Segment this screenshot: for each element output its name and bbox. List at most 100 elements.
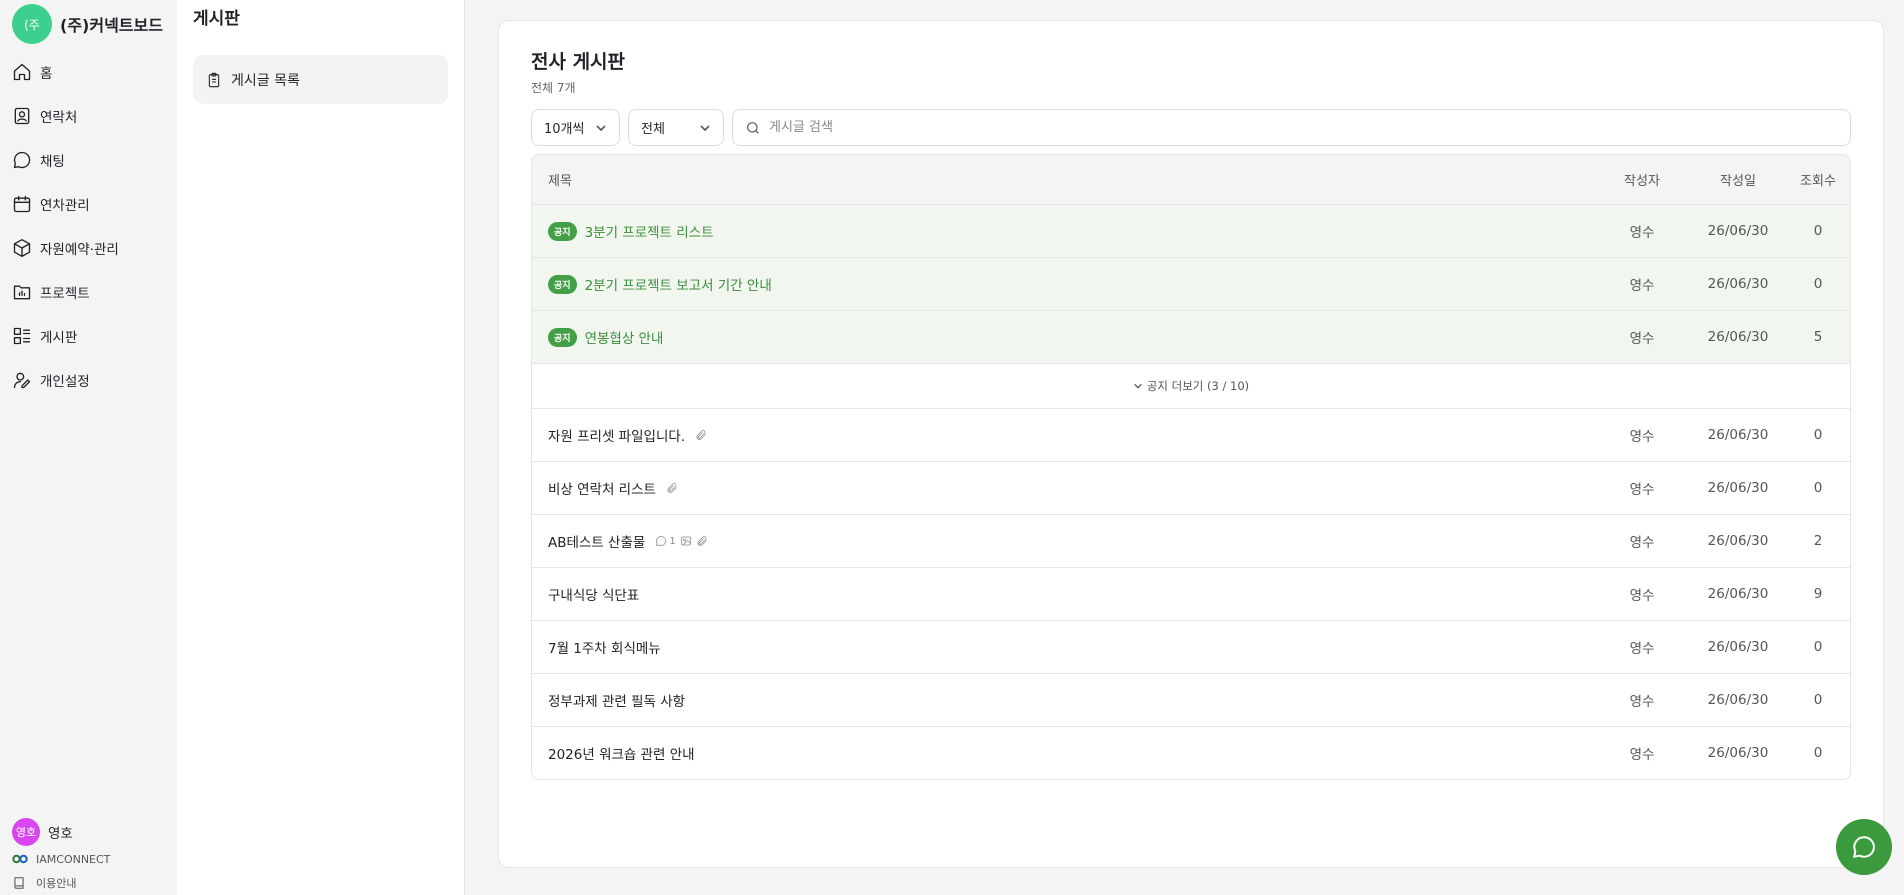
post-date: 26/06/30 xyxy=(1707,427,1769,443)
page-size-select[interactable]: 10개씩 xyxy=(531,109,620,146)
chat-icon xyxy=(13,151,31,169)
more-notices-label: 공지 더보기 (3 / 10) xyxy=(1146,379,1250,393)
table-row[interactable]: 정부과제 관련 필독 사항 영수 26/06/30 0 xyxy=(532,673,1850,726)
nav-item-chat[interactable]: 채팅 xyxy=(0,138,177,182)
notice-badge: 공지 xyxy=(548,274,577,294)
nav-item-contacts[interactable]: 연락처 xyxy=(0,94,177,138)
notice-badge: 공지 xyxy=(548,221,577,241)
filter-select[interactable]: 전체 xyxy=(628,109,724,146)
comment-count: 1 xyxy=(669,535,676,547)
post-title[interactable]: 자원 프리셋 파일입니다. xyxy=(548,425,685,445)
post-author: 영수 xyxy=(1629,747,1655,763)
notice-badge: 공지 xyxy=(548,327,577,347)
user-settings-icon xyxy=(13,372,31,389)
main-nav: 홈 연락처 채팅 연차관리 자원예약·관리 프로젝트 게시판 개인설정 xyxy=(0,50,177,402)
post-date: 26/06/30 xyxy=(1707,329,1769,345)
sidebar-footer: 영호 영호 IAMCONNECT 이용안내 xyxy=(12,817,172,895)
subnav-title: 게시판 xyxy=(193,9,240,29)
table-row[interactable]: 구내식당 식단표 영수 26/06/30 9 xyxy=(532,567,1850,620)
post-title[interactable]: 연봉협상 안내 xyxy=(585,327,664,347)
col-views-header: 조회수 xyxy=(1800,174,1836,189)
paperclip-icon xyxy=(697,536,707,546)
post-date: 26/06/30 xyxy=(1707,533,1769,549)
book-icon xyxy=(12,876,28,890)
table-row[interactable]: 7월 1주차 회식메뉴 영수 26/06/30 0 xyxy=(532,620,1850,673)
post-author: 영수 xyxy=(1629,535,1655,551)
post-title[interactable]: 정부과제 관련 필독 사항 xyxy=(548,690,685,710)
paperclip-icon xyxy=(667,483,677,493)
secondary-sidebar: 게시판 게시글 목록 xyxy=(177,0,465,895)
post-views: 0 xyxy=(1813,480,1823,496)
user-name: 영호 xyxy=(48,826,73,842)
post-date: 26/06/30 xyxy=(1707,639,1769,655)
box-icon xyxy=(13,239,31,257)
chat-bubble-icon xyxy=(1853,836,1875,858)
table-row[interactable]: 비상 연락처 리스트 영수 26/06/30 0 xyxy=(532,461,1850,514)
table-row[interactable]: 2026년 워크숍 관련 안내 영수 26/06/30 0 xyxy=(532,726,1850,779)
toolbar: 10개씩 전체 xyxy=(531,109,1851,146)
post-title[interactable]: 비상 연락처 리스트 xyxy=(548,478,656,498)
notice-row[interactable]: 공지 연봉협상 안내 영수 26/06/30 5 xyxy=(532,310,1850,363)
subnav-item-post-list[interactable]: 게시글 목록 xyxy=(193,55,448,104)
nav-item-resources[interactable]: 자원예약·관리 xyxy=(0,226,177,270)
user-profile[interactable]: 영호 영호 xyxy=(12,817,172,847)
post-author: 영수 xyxy=(1629,278,1655,294)
post-count: 전체 7개 xyxy=(531,81,576,95)
chevron-down-icon xyxy=(700,124,710,131)
nav-item-projects[interactable]: 프로젝트 xyxy=(0,270,177,314)
col-date-header: 작성일 xyxy=(1720,174,1756,189)
board-icon xyxy=(13,327,31,345)
post-title[interactable]: 구내식당 식단표 xyxy=(548,584,639,604)
guide-label: 이용안내 xyxy=(36,877,77,890)
search-icon xyxy=(747,121,759,134)
image-icon xyxy=(680,536,691,546)
post-date: 26/06/30 xyxy=(1707,223,1769,239)
table-header: 제목 작성자 작성일 조회수 xyxy=(532,155,1850,204)
post-title[interactable]: 2026년 워크숍 관련 안내 xyxy=(548,743,695,763)
company-link[interactable]: IAMCONNECT xyxy=(12,847,172,871)
post-title[interactable]: 7월 1주차 회식메뉴 xyxy=(548,637,661,657)
brand-logo: (주 xyxy=(12,4,52,44)
guide-link[interactable]: 이용안내 xyxy=(12,871,172,895)
page-size-value: 10개씩 xyxy=(544,122,585,137)
nav-item-home[interactable]: 홈 xyxy=(0,50,177,94)
post-author: 영수 xyxy=(1629,429,1655,445)
post-views: 0 xyxy=(1813,427,1823,443)
post-author: 영수 xyxy=(1629,225,1655,241)
post-views: 0 xyxy=(1813,692,1823,708)
nav-item-label: 연락처 xyxy=(40,110,78,126)
more-notices-button[interactable]: 공지 더보기 (3 / 10) xyxy=(532,363,1850,408)
nav-item-label: 프로젝트 xyxy=(40,286,90,302)
nav-item-board[interactable]: 게시판 xyxy=(0,314,177,358)
contact-icon xyxy=(14,107,30,125)
brand-name: (주)커넥트보드 xyxy=(60,16,163,35)
table-row[interactable]: 자원 프리셋 파일입니다. 영수 26/06/30 0 xyxy=(532,408,1850,461)
comment-icon xyxy=(656,536,667,546)
post-author: 영수 xyxy=(1629,694,1655,710)
post-title[interactable]: 3분기 프로젝트 리스트 xyxy=(585,221,714,241)
search-input[interactable] xyxy=(769,120,1850,135)
brand[interactable]: (주 (주)커넥트보드 xyxy=(0,0,177,48)
notice-row[interactable]: 공지 3분기 프로젝트 리스트 영수 26/06/30 0 xyxy=(532,204,1850,257)
post-title[interactable]: 2분기 프로젝트 보고서 기간 안내 xyxy=(585,274,772,294)
chat-fab-button[interactable] xyxy=(1836,819,1892,875)
nav-item-settings[interactable]: 개인설정 xyxy=(0,358,177,402)
search-box xyxy=(732,109,1851,146)
nav-item-leave[interactable]: 연차관리 xyxy=(0,182,177,226)
nav-item-label: 게시판 xyxy=(40,330,78,346)
nav-item-label: 개인설정 xyxy=(40,374,90,390)
post-date: 26/06/30 xyxy=(1707,745,1769,761)
post-views: 0 xyxy=(1813,639,1823,655)
paperclip-icon xyxy=(696,430,706,440)
notice-row[interactable]: 공지 2분기 프로젝트 보고서 기간 안내 영수 26/06/30 0 xyxy=(532,257,1850,310)
table-row[interactable]: AB테스트 산출물 1 영수 26/06/30 2 xyxy=(532,514,1850,567)
nav-item-label: 연차관리 xyxy=(40,198,90,214)
post-date: 26/06/30 xyxy=(1707,276,1769,292)
nav-item-label: 홈 xyxy=(40,66,53,82)
nav-item-label: 채팅 xyxy=(40,154,65,170)
post-title[interactable]: AB테스트 산출물 xyxy=(548,531,645,551)
post-views: 9 xyxy=(1813,586,1823,602)
post-views: 2 xyxy=(1813,533,1823,549)
post-views: 0 xyxy=(1813,223,1823,239)
folder-chart-icon xyxy=(13,285,31,300)
